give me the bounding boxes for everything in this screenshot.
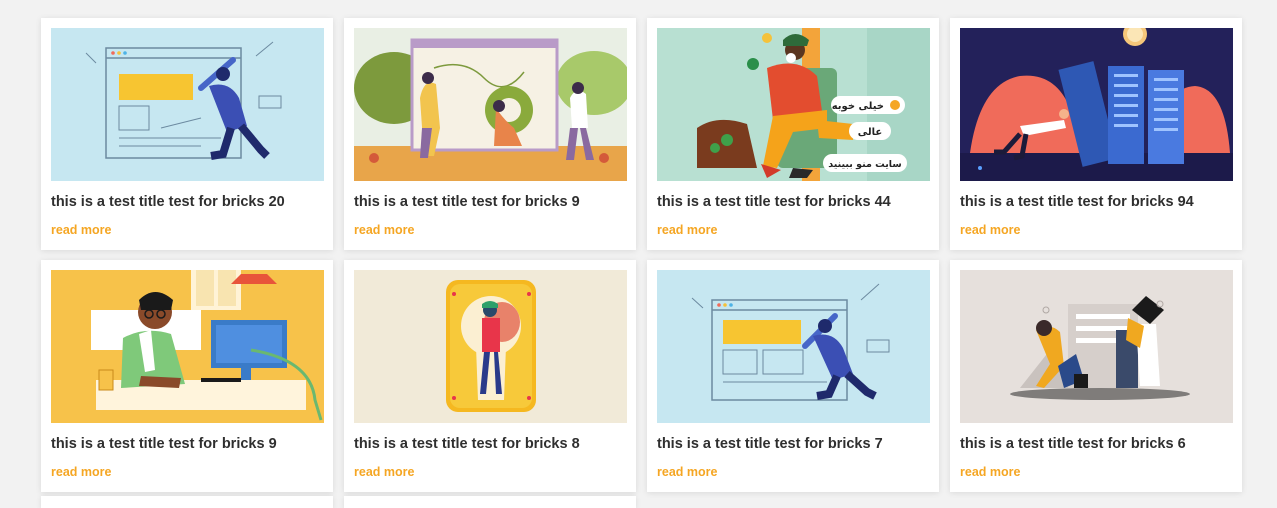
people-papers-illustration	[960, 270, 1233, 423]
read-more-link[interactable]: read more	[354, 223, 414, 237]
post-card[interactable]: this is a test title test for bricks 8 r…	[344, 260, 636, 492]
server-racks-illustration	[960, 28, 1233, 181]
post-title[interactable]: this is a test title test for bricks 9	[354, 193, 626, 211]
read-more-link[interactable]: read more	[960, 465, 1020, 479]
keyhole-illustration	[354, 270, 627, 423]
post-card[interactable]: خیلی خوبه عالی سایت منو ببینید this is a…	[647, 18, 939, 250]
man-computer-desk-illustration	[51, 270, 324, 423]
post-title[interactable]: this is a test title test for bricks 9	[51, 435, 323, 453]
read-more-link[interactable]: read more	[657, 465, 717, 479]
team-whiteboard-illustration	[354, 28, 627, 181]
read-more-link[interactable]: read more	[51, 223, 111, 237]
post-card[interactable]: this is a test title test for bricks 9 r…	[344, 18, 636, 250]
post-card[interactable]: this is a test title test for bricks 6 r…	[950, 260, 1242, 492]
posts-grid: this is a test title test for bricks 20 …	[41, 18, 1242, 492]
designer-wireframe-illustration	[51, 28, 324, 181]
post-title[interactable]: this is a test title test for bricks 44	[657, 193, 929, 211]
post-title[interactable]: this is a test title test for bricks 8	[354, 435, 626, 453]
man-armchair-illustration: خیلی خوبه عالی سایت منو ببینید	[657, 28, 930, 181]
post-title[interactable]: this is a test title test for bricks 94	[960, 193, 1232, 211]
post-thumbnail[interactable]	[354, 28, 627, 181]
read-more-link[interactable]: read more	[354, 465, 414, 479]
read-more-link[interactable]: read more	[51, 465, 111, 479]
post-card[interactable]: this is a test title test for bricks 94 …	[950, 18, 1242, 250]
next-row-card-edge	[41, 496, 333, 508]
read-more-link[interactable]: read more	[657, 223, 717, 237]
next-row-card-edge	[344, 496, 636, 508]
post-card[interactable]: this is a test title test for bricks 7 r…	[647, 260, 939, 492]
post-title[interactable]: this is a test title test for bricks 6	[960, 435, 1232, 453]
overlay-text: خیلی خوبه	[832, 101, 884, 112]
post-card[interactable]: this is a test title test for bricks 9 r…	[41, 260, 333, 492]
designer-wireframe-illustration	[657, 270, 930, 423]
post-thumbnail[interactable]	[960, 270, 1233, 423]
post-thumbnail[interactable]	[354, 270, 627, 423]
overlay-text: عالی	[858, 127, 882, 138]
post-title[interactable]: this is a test title test for bricks 7	[657, 435, 929, 453]
post-title[interactable]: this is a test title test for bricks 20	[51, 193, 323, 211]
post-thumbnail[interactable]: خیلی خوبه عالی سایت منو ببینید	[657, 28, 930, 181]
post-thumbnail[interactable]	[960, 28, 1233, 181]
read-more-link[interactable]: read more	[960, 223, 1020, 237]
overlay-text: سایت منو ببینید	[828, 159, 901, 170]
post-card[interactable]: this is a test title test for bricks 20 …	[41, 18, 333, 250]
post-thumbnail[interactable]	[51, 28, 324, 181]
post-thumbnail[interactable]	[51, 270, 324, 423]
post-thumbnail[interactable]	[657, 270, 930, 423]
